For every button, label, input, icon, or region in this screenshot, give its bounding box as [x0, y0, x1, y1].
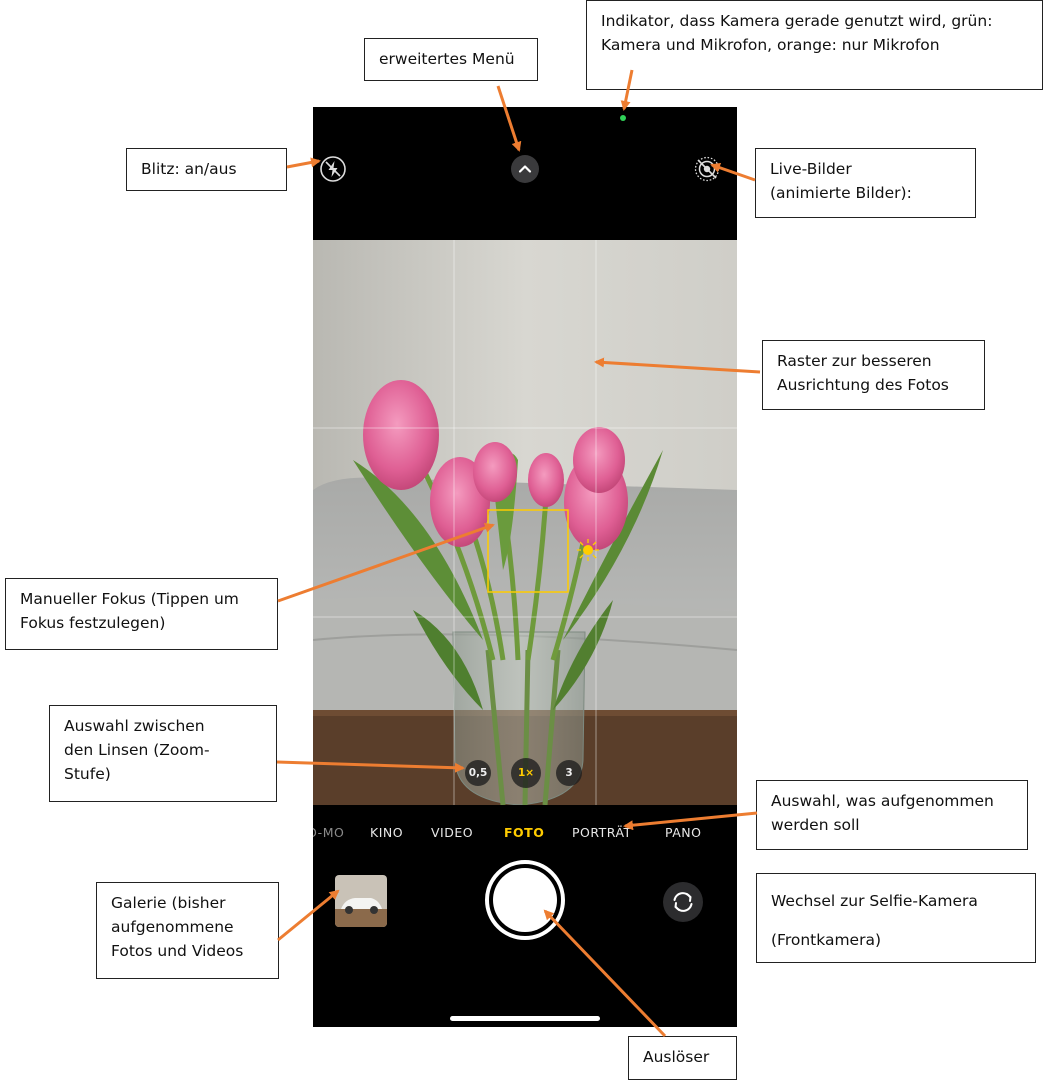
- camera-in-use-indicator: [620, 115, 626, 121]
- camera-indicator-callout: Indikator, dass Kamera gerade genutzt wi…: [586, 0, 1043, 90]
- capture-mode-callout: Auswahl, was aufgenommen werden soll: [756, 780, 1028, 850]
- live-photo-off-icon: [694, 156, 720, 182]
- mode-pano[interactable]: PANO: [665, 825, 701, 840]
- shutter-callout: Auslöser: [628, 1036, 737, 1080]
- shutter-inner: [493, 868, 557, 932]
- callout-text: (animierte Bilder):: [770, 184, 912, 203]
- flash-off-icon: [320, 156, 346, 182]
- extended-menu-callout: erweitertes Menü: [364, 38, 538, 81]
- callout-text: den Linsen (Zoom-: [64, 741, 210, 760]
- callout-text: Galerie (bisher: [111, 894, 226, 912]
- grid-callout: Raster zur besseren Ausrichtung des Foto…: [762, 340, 985, 410]
- callout-text: (Frontkamera): [771, 930, 882, 949]
- callout-text: Manueller Fokus (Tippen um: [20, 590, 239, 608]
- gallery-thumbnail[interactable]: [335, 875, 387, 927]
- gallery-thumbnail-image: [335, 875, 387, 927]
- lens-tele-button[interactable]: 3: [556, 760, 582, 786]
- gallery-callout: Galerie (bisher aufgenommene Fotos und V…: [96, 882, 279, 979]
- callout-text: Fotos und Videos: [111, 942, 244, 961]
- viewfinder-image: [313, 240, 737, 805]
- mode-slomo[interactable]: O-MO: [313, 825, 344, 840]
- callout-text: Indikator, dass Kamera gerade genutzt wi…: [601, 12, 993, 30]
- mode-foto[interactable]: FOTO: [504, 825, 544, 840]
- flash-callout: Blitz: an/aus: [126, 148, 287, 191]
- manual-focus-callout: Manueller Fokus (Tippen um Fokus festzul…: [5, 578, 278, 650]
- live-photo-toggle-button[interactable]: [693, 155, 721, 183]
- callout-text: Auswahl, was aufgenommen: [771, 792, 994, 810]
- callout-text: Stufe): [64, 765, 111, 784]
- camera-viewfinder[interactable]: [313, 240, 737, 805]
- home-indicator[interactable]: [450, 1016, 600, 1021]
- camera-switch-button[interactable]: [663, 882, 703, 922]
- live-photos-callout: Live-Bilder (animierte Bilder):: [755, 148, 976, 218]
- callout-text: Wechsel zur Selfie-Kamera: [771, 892, 978, 910]
- lens-selection-callout: Auswahl zwischen den Linsen (Zoom- Stufe…: [49, 705, 277, 802]
- capture-mode-selector[interactable]: O-MO KINO VIDEO FOTO PORTRÄT PANO: [313, 825, 737, 845]
- callout-text: werden soll: [771, 816, 860, 835]
- camera-app-screen: 0,5 1× 3 O-MO KINO VIDEO FOTO PORTRÄT PA…: [313, 107, 737, 1027]
- callout-text: erweitertes Menü: [379, 50, 515, 68]
- mode-video[interactable]: VIDEO: [431, 825, 473, 840]
- chevron-up-icon: [518, 165, 532, 173]
- callout-text: Blitz: an/aus: [141, 160, 237, 178]
- lens-wide-button[interactable]: 1×: [511, 758, 541, 788]
- callout-text: aufgenommene: [111, 918, 234, 937]
- callout-text: Live-Bilder: [770, 160, 852, 178]
- selfie-callout: Wechsel zur Selfie-Kamera (Frontkamera): [756, 873, 1036, 963]
- callout-text: Raster zur besseren: [777, 352, 932, 370]
- shutter-button[interactable]: [485, 860, 565, 940]
- flash-toggle-button[interactable]: [319, 155, 347, 183]
- camera-switch-icon: [673, 892, 693, 912]
- callout-text: Fokus festzulegen): [20, 614, 166, 633]
- lens-ultrawide-button[interactable]: 0,5: [465, 760, 491, 786]
- callout-text: Ausrichtung des Fotos: [777, 376, 949, 395]
- extended-menu-button[interactable]: [511, 155, 539, 183]
- mode-kino[interactable]: KINO: [370, 825, 403, 840]
- callout-text: Kamera und Mikrofon, orange: nur Mikrofo…: [601, 36, 940, 55]
- callout-text: Auslöser: [643, 1048, 710, 1066]
- mode-portrait[interactable]: PORTRÄT: [572, 825, 632, 840]
- callout-text: Auswahl zwischen: [64, 717, 205, 735]
